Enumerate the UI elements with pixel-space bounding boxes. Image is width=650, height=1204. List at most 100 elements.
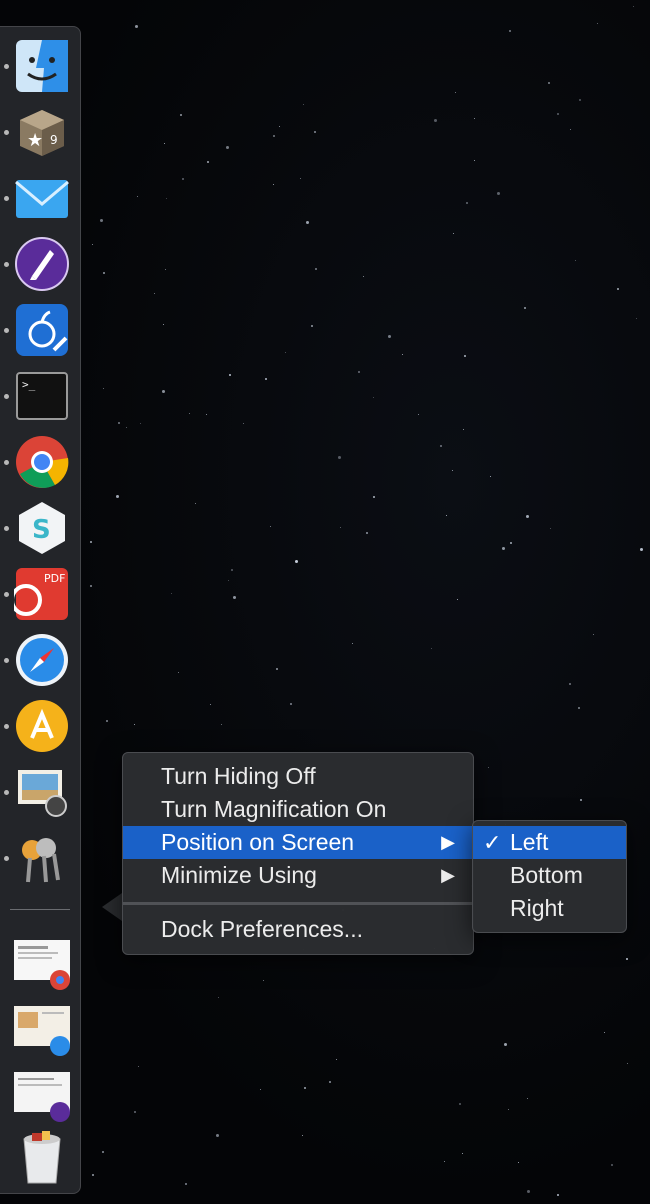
star [508,29,511,32]
star [568,683,571,686]
dock-app-simplenote[interactable]: S [4,498,72,558]
star [373,396,375,398]
star [137,195,139,197]
star [314,267,317,270]
star [137,1065,139,1067]
star [527,1189,531,1193]
star [550,528,552,530]
star [509,541,512,544]
star [134,1111,137,1114]
star [299,178,301,180]
star [227,579,229,581]
dock-trash[interactable] [12,1127,72,1187]
star [462,428,464,430]
dock-separator [10,909,70,910]
menu-pointer [102,893,122,921]
submenu-item-bottom[interactable]: Bottom [473,859,626,892]
star [102,272,105,275]
dock-window-safari[interactable] [12,1000,72,1060]
star [556,112,559,115]
svg-text:★: ★ [27,130,43,151]
star [351,642,353,644]
dock-app-finder[interactable] [4,36,72,96]
dock-window-quill[interactable] [12,1066,72,1126]
submenu-item-right[interactable]: Right [473,892,626,925]
star [263,980,265,982]
running-indicator [4,460,9,465]
star [570,128,572,130]
star [313,130,316,133]
star [92,1174,95,1177]
star [473,160,475,162]
star [194,503,196,505]
star [118,422,121,425]
menu-item-dock-preferences[interactable]: Dock Preferences... [123,913,473,946]
running-indicator [4,64,9,69]
star [462,1152,464,1154]
star [170,592,172,594]
star [458,1102,461,1105]
menu-item-minimize-using[interactable]: Minimize Using ▶ [123,859,473,892]
finder-icon [14,38,70,94]
star [135,25,139,29]
star [232,595,236,599]
star [363,275,365,277]
running-indicator [4,328,9,333]
star [633,6,635,8]
dock-app-terminal[interactable]: >_ [4,366,72,426]
star [101,1151,104,1154]
star [216,1133,220,1137]
star [270,525,272,527]
dock-app-apple-edit[interactable] [4,300,72,360]
submenu-item-left[interactable]: ✓ Left [473,826,626,859]
menu-item-position-on-screen[interactable]: Position on Screen ▶ [123,826,473,859]
dock-app-omnifocus[interactable]: ★ 9 [4,102,72,162]
star [639,547,643,551]
star [490,475,492,477]
star [289,702,292,705]
checkmark-icon: ✓ [483,830,502,855]
dock-app-keychain[interactable] [4,828,72,888]
dock-app-instruments[interactable] [4,696,72,756]
running-indicator [4,856,9,861]
dock-app-preview[interactable] [4,762,72,822]
star [162,390,166,394]
star [365,531,368,534]
safari-icon [14,632,70,688]
star [305,220,309,224]
dock-app-mail[interactable] [4,168,72,228]
instruments-icon [14,698,70,754]
star [452,469,454,471]
star [336,1058,338,1060]
star [433,119,437,123]
pdf-icon: PDF [14,566,70,622]
star [163,324,165,326]
star [139,423,141,425]
position-submenu: ✓ Left Bottom Right [472,820,627,933]
dock-window-chrome[interactable] [12,934,72,994]
star [125,426,127,428]
star [443,1160,445,1162]
star [91,244,93,246]
star [226,146,230,150]
star [526,1097,528,1099]
star [474,117,476,119]
dock-app-pdf-expert[interactable]: PDF [4,564,72,624]
running-indicator [4,394,9,399]
star [217,996,219,998]
menu-item-turn-magnification-on[interactable]: Turn Magnification On [123,793,473,826]
star [387,334,391,338]
star [100,219,104,223]
star [165,197,167,199]
star [206,160,209,163]
star [430,648,432,650]
running-indicator [4,790,9,795]
star [205,414,207,416]
menu-item-turn-hiding-off[interactable]: Turn Hiding Off [123,760,473,793]
svg-text:S: S [32,515,51,545]
dock-app-quill[interactable] [4,234,72,294]
dock-app-safari[interactable] [4,630,72,690]
running-indicator [4,130,9,135]
dock-app-chrome[interactable] [4,432,72,492]
running-indicator [4,592,9,597]
